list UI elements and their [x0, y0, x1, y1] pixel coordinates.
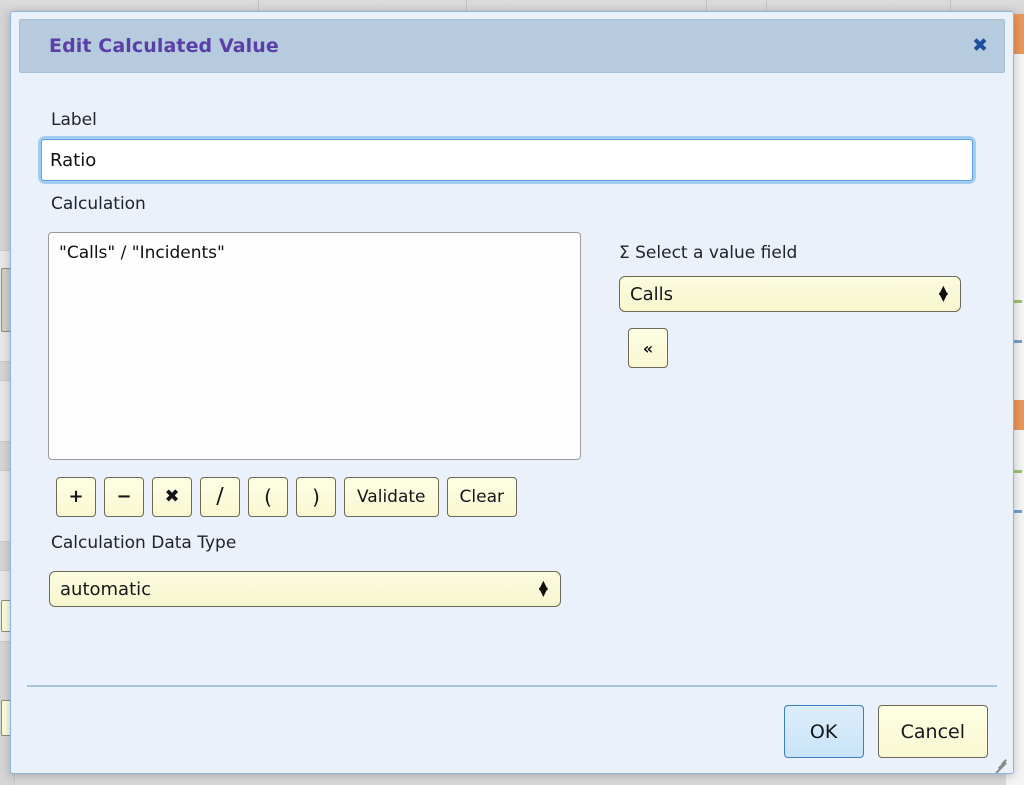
operator-divide-button[interactable]: ∕ [200, 477, 240, 517]
value-field-picker-label: Σ Select a value field [619, 243, 798, 263]
operator-open-paren-button[interactable]: ( [248, 477, 288, 517]
footer-button-group: OK Cancel [783, 705, 988, 758]
value-field-select[interactable]: Calls ▲ ▼ [619, 276, 961, 312]
label-input[interactable] [41, 139, 973, 181]
edit-calculated-value-dialog: Edit Calculated Value ✖ Label Calculatio… [10, 11, 1014, 774]
clear-button[interactable]: Clear [446, 477, 517, 517]
chevron-updown-icon: ▲ ▼ [538, 577, 548, 599]
calculation-textarea[interactable] [48, 232, 581, 460]
operator-button-row: + − ✖ ∕ ( ) Validate Clear [56, 477, 517, 517]
calculation-data-type-value: automatic [60, 578, 152, 600]
ok-button[interactable]: OK [783, 705, 864, 758]
label-field-label: Label [51, 110, 97, 130]
resize-grip-icon[interactable] [993, 754, 1009, 774]
operator-multiply-button[interactable]: ✖ [152, 477, 192, 517]
chevron-updown-icon: ▲ ▼ [938, 282, 948, 304]
close-icon[interactable]: ✖ [972, 36, 988, 56]
calculation-data-type-select[interactable]: automatic ▲ ▼ [49, 571, 561, 607]
operator-close-paren-button[interactable]: ) [296, 477, 336, 517]
insert-field-button[interactable]: « [628, 328, 668, 368]
value-field-selected-value: Calls [630, 283, 673, 305]
cancel-button[interactable]: Cancel [877, 705, 988, 758]
dialog-body: Label Calculation + − ✖ ∕ ( ) Validate C… [11, 80, 1013, 773]
validate-button[interactable]: Validate [344, 477, 439, 517]
footer-divider [27, 685, 997, 687]
dialog-titlebar[interactable]: Edit Calculated Value ✖ [19, 19, 1005, 73]
data-type-label: Calculation Data Type [51, 533, 237, 553]
calculation-field-label: Calculation [51, 194, 146, 214]
operator-plus-button[interactable]: + [56, 477, 96, 517]
dialog-title: Edit Calculated Value [49, 35, 279, 57]
label-input-wrapper [41, 139, 973, 181]
operator-minus-button[interactable]: − [104, 477, 144, 517]
